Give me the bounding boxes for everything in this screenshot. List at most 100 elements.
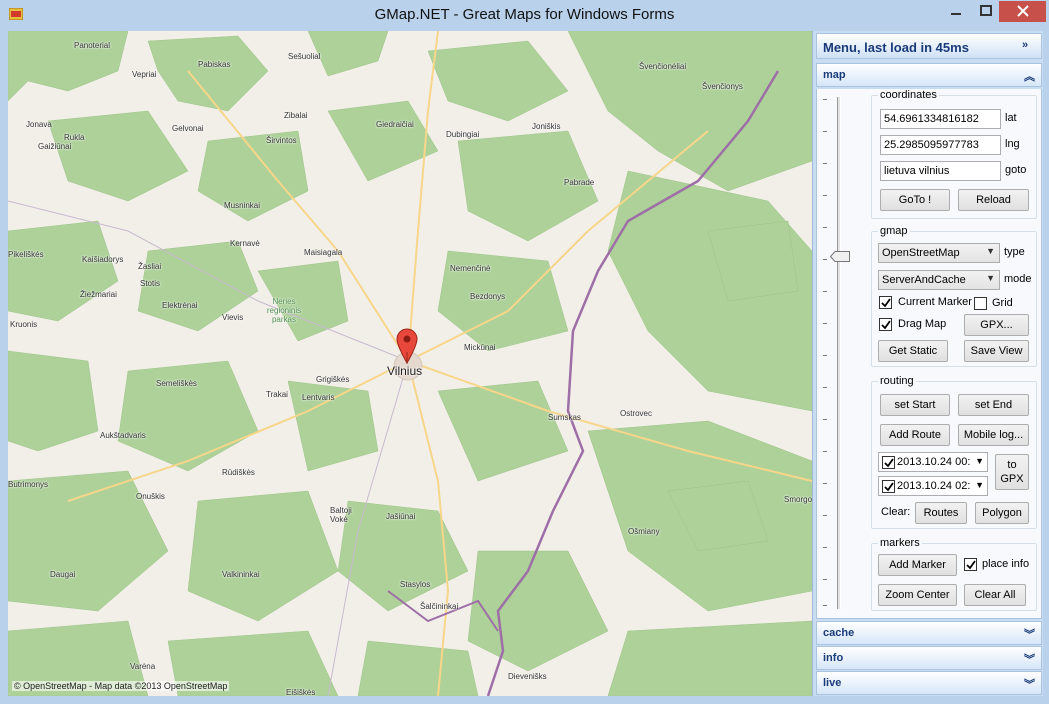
access-mode-value: ServerAndCache (882, 274, 966, 286)
section-info-header[interactable]: info ︾ (816, 646, 1042, 670)
place-label: Kruonis (10, 320, 38, 329)
place-label: Baltoji Vokė (330, 506, 352, 524)
goto-input[interactable]: lietuva vilnius (880, 161, 1001, 181)
place-label: Stasylos (400, 580, 431, 589)
route-start-date-picker[interactable]: 2013.10.24 00: ▼ (878, 452, 988, 472)
grid-checkbox[interactable] (974, 297, 987, 310)
section-info-label: info (823, 652, 844, 664)
current-marker-checkbox[interactable] (879, 296, 892, 309)
route-start-date-value: 2013.10.24 00: (897, 456, 971, 468)
park-label: Neries regioninis parkas (266, 297, 302, 324)
clear-polygon-button[interactable]: Polygon (975, 502, 1029, 524)
chevron-double-down-icon[interactable]: ︾ (1024, 626, 1035, 642)
chevron-down-icon: ▼ (975, 456, 984, 466)
checkmark-icon (966, 560, 976, 570)
zoom-tick (823, 451, 827, 452)
minimize-icon (951, 13, 961, 15)
goto-label: goto (1005, 164, 1027, 176)
add-marker-button[interactable]: Add Marker (878, 554, 957, 576)
drag-map-label: Drag Map (898, 318, 947, 330)
place-label: Lentvaris (302, 393, 335, 402)
to-gpx-button[interactable]: to GPX (995, 454, 1029, 490)
place-label: Butrimonys (8, 480, 49, 489)
place-label: Žasliai (138, 262, 162, 271)
mode-label: mode (1004, 273, 1032, 285)
zoom-center-button[interactable]: Zoom Center (878, 584, 957, 606)
checkmark-icon (884, 482, 894, 492)
drag-map-checkbox[interactable] (879, 318, 892, 331)
route-end-date-checkbox[interactable] (882, 480, 895, 493)
close-button[interactable] (999, 1, 1046, 22)
zoom-tick (823, 227, 827, 228)
map-type-select[interactable]: OpenStreetMap ▼ (878, 243, 1000, 263)
section-map-header[interactable]: map ︽ (816, 63, 1042, 87)
window-frame-bottom (0, 696, 1049, 704)
gmap-group-title: gmap (878, 225, 910, 237)
place-label: Bezdonys (470, 292, 506, 301)
checkmark-icon (884, 458, 894, 468)
clear-all-button[interactable]: Clear All (964, 584, 1026, 606)
section-live-label: live (823, 677, 842, 689)
zoom-slider-thumb[interactable] (830, 251, 850, 262)
reload-button[interactable]: Reload (958, 189, 1029, 211)
routing-group-title: routing (878, 375, 916, 387)
place-label: Šalčininkai (420, 602, 459, 611)
lat-label: lat (1005, 112, 1017, 124)
place-info-checkbox[interactable] (964, 558, 977, 571)
place-label: Aukštadvaris (100, 431, 146, 440)
chevron-double-up-icon[interactable]: ︽ (1024, 68, 1035, 84)
window-title: GMap.NET - Great Maps for Windows Forms (374, 6, 675, 23)
place-label: Pabrade (564, 178, 595, 187)
zoom-tick (823, 99, 827, 100)
section-live-header[interactable]: live ︾ (816, 671, 1042, 695)
routing-group: routing set Start set End Add Route Mobi… (871, 375, 1037, 529)
window-frame-left (0, 31, 8, 696)
place-label: Giedraičiai (376, 120, 414, 129)
route-end-date-picker[interactable]: 2013.10.24 02: ▼ (878, 476, 988, 496)
route-start-date-checkbox[interactable] (882, 456, 895, 469)
chevron-double-down-icon[interactable]: ︾ (1024, 651, 1035, 667)
zoom-tick (823, 131, 827, 132)
save-view-button[interactable]: Save View (964, 340, 1029, 362)
lat-input[interactable]: 54.6961334816182 (880, 109, 1001, 129)
place-label: Musninkai (224, 201, 261, 210)
mobile-log-button[interactable]: Mobile log... (958, 424, 1029, 446)
clear-routes-button[interactable]: Routes (915, 502, 967, 524)
set-end-button[interactable]: set End (958, 394, 1029, 416)
map-pin-icon[interactable] (396, 328, 418, 364)
section-cache-header[interactable]: cache ︾ (816, 621, 1042, 645)
place-label: Dievenišks (508, 672, 547, 681)
place-label: Joniškis (532, 122, 561, 131)
zoom-slider-track[interactable] (837, 97, 841, 609)
chevron-double-right-icon[interactable]: » (1022, 39, 1028, 51)
place-label: Eišiškės (286, 688, 316, 696)
menu-panel: Menu, last load in 45ms » map ︽ coordina… (812, 31, 1043, 696)
get-static-button[interactable]: Get Static (878, 340, 948, 362)
place-label: Širvintos (266, 136, 297, 145)
map-view[interactable]: Panoterial Vepriai Pabiskas Sešuolial Šv… (8, 31, 812, 696)
place-label: Trakai (266, 390, 288, 399)
lng-label: lng (1005, 138, 1020, 150)
chevron-down-icon: ▼ (986, 273, 995, 283)
markers-group: markers Add Marker place info Zoom Cente… (871, 537, 1037, 611)
access-mode-select[interactable]: ServerAndCache ▼ (878, 270, 1000, 290)
maximize-button[interactable] (973, 1, 999, 22)
menu-header[interactable]: Menu, last load in 45ms » (816, 33, 1042, 59)
minimize-button[interactable] (939, 1, 973, 22)
set-start-button[interactable]: set Start (880, 394, 950, 416)
chevron-double-down-icon[interactable]: ︾ (1024, 676, 1035, 692)
place-info-label: place info (982, 558, 1030, 570)
checkmark-icon (881, 320, 891, 330)
gpx-button[interactable]: GPX... (964, 314, 1029, 336)
section-cache-label: cache (823, 627, 855, 639)
current-marker-label: Current Marker (898, 296, 972, 308)
zoom-tick (823, 291, 827, 292)
place-label: Onuškis (136, 492, 165, 501)
route-end-date-value: 2013.10.24 02: (897, 480, 971, 492)
add-route-button[interactable]: Add Route (880, 424, 950, 446)
zoom-tick (823, 195, 827, 196)
goto-button[interactable]: GoTo ! (880, 189, 950, 211)
section-map-body: coordinates 54.6961334816182 lat 25.2985… (816, 89, 1042, 619)
map-attribution: © OpenStreetMap - Map data ©2013 OpenStr… (12, 681, 230, 691)
lng-input[interactable]: 25.2985095977783 (880, 135, 1001, 155)
